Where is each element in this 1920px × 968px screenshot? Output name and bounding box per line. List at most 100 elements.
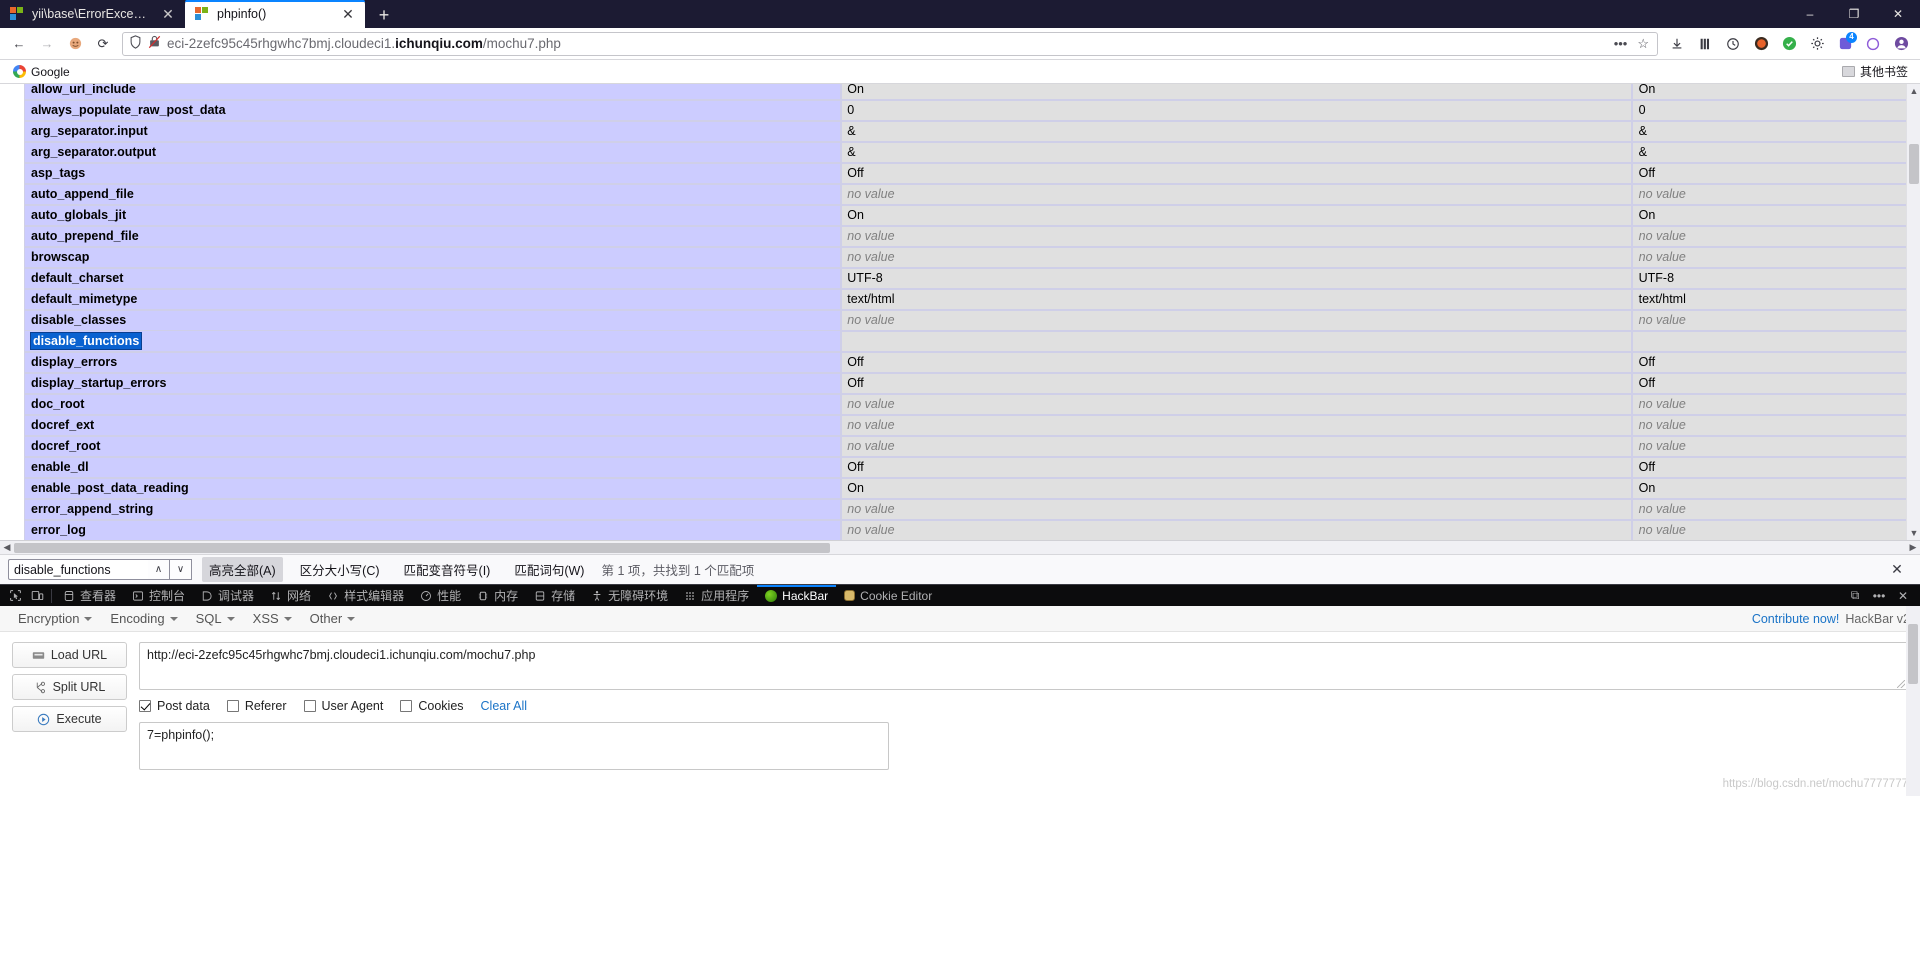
- downloads-icon[interactable]: [1664, 31, 1690, 57]
- contribute-link[interactable]: Contribute now!: [1752, 612, 1840, 626]
- library-icon[interactable]: [1692, 31, 1718, 57]
- devtools-tab-application[interactable]: 应用程序: [676, 585, 757, 607]
- scroll-right-icon[interactable]: ▶: [1906, 542, 1920, 553]
- find-input-group: ∧ ∨: [8, 559, 192, 580]
- post-data-checkbox[interactable]: Post data: [139, 699, 210, 713]
- devtools-close-icon[interactable]: ✕: [1892, 585, 1914, 607]
- dock-toggle-icon[interactable]: ⧉: [1844, 585, 1866, 607]
- load-url-button[interactable]: Load URL: [12, 642, 127, 668]
- horizontal-scroll-thumb[interactable]: [14, 542, 830, 553]
- master-value: no value: [1631, 245, 1920, 269]
- directive-name: arg_separator.input: [23, 119, 842, 143]
- resize-grip-icon[interactable]: [1897, 680, 1905, 688]
- page-horizontal-scrollbar[interactable]: ◀ ▶: [0, 540, 1920, 554]
- local-value: Off: [839, 371, 1634, 395]
- split-url-button[interactable]: Split URL: [12, 674, 127, 700]
- hackbar-menubar: Encryption Encoding SQL XSS Other Contri…: [0, 606, 1920, 632]
- devtools-menu-icon[interactable]: •••: [1868, 585, 1890, 607]
- devtools-tab-cookie-editor[interactable]: Cookie Editor: [836, 585, 940, 607]
- devtools-tab-performance[interactable]: 性能: [412, 585, 469, 607]
- shield-icon[interactable]: [129, 35, 142, 52]
- minimize-icon[interactable]: –: [1788, 0, 1832, 28]
- devtools-toolbar: 查看器 控制台 调试器 网络 样式编辑器 性能 内存 存储 无障碍环境 应用程序 HackBar Co…: [0, 584, 1920, 606]
- hackbar-menu-sql[interactable]: SQL: [188, 608, 243, 629]
- other-bookmarks-button[interactable]: 其他书签: [1841, 63, 1912, 80]
- devtools-tab-storage[interactable]: 存储: [526, 585, 583, 607]
- maximize-icon[interactable]: ❐: [1832, 0, 1876, 28]
- devtools-tab-inspector[interactable]: 查看器: [55, 585, 124, 607]
- url-text[interactable]: eci-2zefc95c45rhgwhc7bmj.cloudeci1.ichun…: [167, 36, 1608, 51]
- bookmark-star-icon[interactable]: ☆: [1637, 36, 1649, 52]
- hackbar-menu-encryption[interactable]: Encryption: [10, 608, 100, 629]
- noscript-extension-icon[interactable]: [1748, 31, 1774, 57]
- back-icon[interactable]: ←: [6, 31, 32, 57]
- find-close-icon[interactable]: ✕: [1888, 561, 1912, 578]
- match-diacritics-button[interactable]: 匹配变音符号(I): [397, 557, 498, 582]
- master-value: no value: [1631, 308, 1920, 332]
- scroll-up-icon[interactable]: ▲: [1907, 86, 1920, 96]
- responsive-design-icon[interactable]: [26, 585, 48, 607]
- local-value: On: [839, 203, 1634, 227]
- devtools-tab-memory[interactable]: 内存: [469, 585, 526, 607]
- page-vertical-scrollbar[interactable]: ▲ ▼: [1906, 84, 1920, 540]
- bookmark-item-google[interactable]: Google: [8, 63, 75, 81]
- referer-checkbox[interactable]: Referer: [226, 699, 287, 713]
- browser-tab-1[interactable]: phpinfo() ✕: [185, 0, 365, 28]
- hackbar-scroll-thumb[interactable]: [1908, 624, 1918, 684]
- vertical-scroll-thumb[interactable]: [1909, 144, 1919, 184]
- badged-extension-icon[interactable]: 4: [1832, 31, 1858, 57]
- master-value: On: [1631, 84, 1920, 101]
- page-actions-icon[interactable]: •••: [1614, 36, 1628, 51]
- devtools-tab-console[interactable]: 控制台: [124, 585, 193, 607]
- reload-icon[interactable]: ⟳: [90, 31, 116, 57]
- accessibility-icon: [591, 590, 603, 602]
- window-close-icon[interactable]: ✕: [1876, 0, 1920, 28]
- match-case-button[interactable]: 区分大小写(C): [293, 557, 387, 582]
- directive-name: arg_separator.output: [23, 140, 842, 164]
- account-icon[interactable]: [1888, 31, 1914, 57]
- execute-button[interactable]: Execute: [12, 706, 127, 732]
- checkbox-icon: [139, 700, 151, 712]
- history-icon[interactable]: [1720, 31, 1746, 57]
- find-next-button[interactable]: ∨: [170, 559, 192, 580]
- devtools-tab-network[interactable]: 网络: [262, 585, 319, 607]
- whole-words-button[interactable]: 匹配词句(W): [507, 557, 591, 582]
- user-agent-checkbox[interactable]: User Agent: [303, 699, 383, 713]
- devtools-tab-label: 无障碍环境: [608, 589, 669, 603]
- master-value: no value: [1631, 224, 1920, 248]
- devtools-tab-style-editor[interactable]: 样式编辑器: [319, 585, 412, 607]
- clear-all-link[interactable]: Clear All: [481, 699, 528, 713]
- container-tab-icon[interactable]: [62, 31, 88, 57]
- hackbar-vertical-scrollbar[interactable]: [1906, 606, 1920, 796]
- other-bookmarks-label: 其他书签: [1859, 65, 1908, 79]
- find-previous-button[interactable]: ∧: [148, 559, 170, 580]
- browser-tab-0[interactable]: yii\base\ErrorException ✕: [0, 0, 185, 28]
- php-favicon-icon: [10, 7, 24, 21]
- settings-gear-icon[interactable]: [1804, 31, 1830, 57]
- checkbox-icon: [226, 700, 239, 712]
- devtools-tab-accessibility[interactable]: 无障碍环境: [583, 585, 676, 607]
- hackbar-menu-other[interactable]: Other: [302, 608, 364, 629]
- page-content: allow_url_include On On always_populate_raw…: [0, 84, 1920, 540]
- url-bar[interactable]: eci-2zefc95c45rhgwhc7bmj.cloudeci1.ichun…: [122, 31, 1658, 56]
- green-extension-icon[interactable]: [1776, 31, 1802, 57]
- scroll-left-icon[interactable]: ◀: [0, 542, 14, 553]
- find-input[interactable]: [8, 559, 148, 580]
- close-icon[interactable]: ✕: [339, 5, 357, 23]
- element-picker-icon[interactable]: [4, 585, 26, 607]
- devtools-tab-hackbar[interactable]: HackBar: [757, 584, 837, 607]
- purple-extension-icon[interactable]: [1860, 31, 1886, 57]
- close-icon[interactable]: ✕: [159, 5, 177, 23]
- hackbar-url-input[interactable]: http://eci-2zefc95c45rhgwhc7bmj.cloudeci…: [139, 642, 1908, 690]
- hackbar-menu-xss[interactable]: XSS: [245, 608, 300, 629]
- highlight-all-button[interactable]: 高亮全部(A): [202, 557, 283, 582]
- new-tab-button[interactable]: +: [369, 2, 399, 28]
- hackbar-menu-encoding[interactable]: Encoding: [102, 608, 185, 629]
- hackbar-post-data-input[interactable]: 7=phpinfo();: [139, 722, 889, 770]
- cookies-checkbox[interactable]: Cookies: [400, 699, 464, 713]
- lock-broken-icon[interactable]: [148, 35, 161, 52]
- scroll-down-icon[interactable]: ▼: [1907, 528, 1920, 538]
- devtools-tab-debugger[interactable]: 调试器: [193, 585, 262, 607]
- directive-name: asp_tags: [23, 161, 842, 185]
- extension-toolbar: 4: [1664, 31, 1914, 57]
